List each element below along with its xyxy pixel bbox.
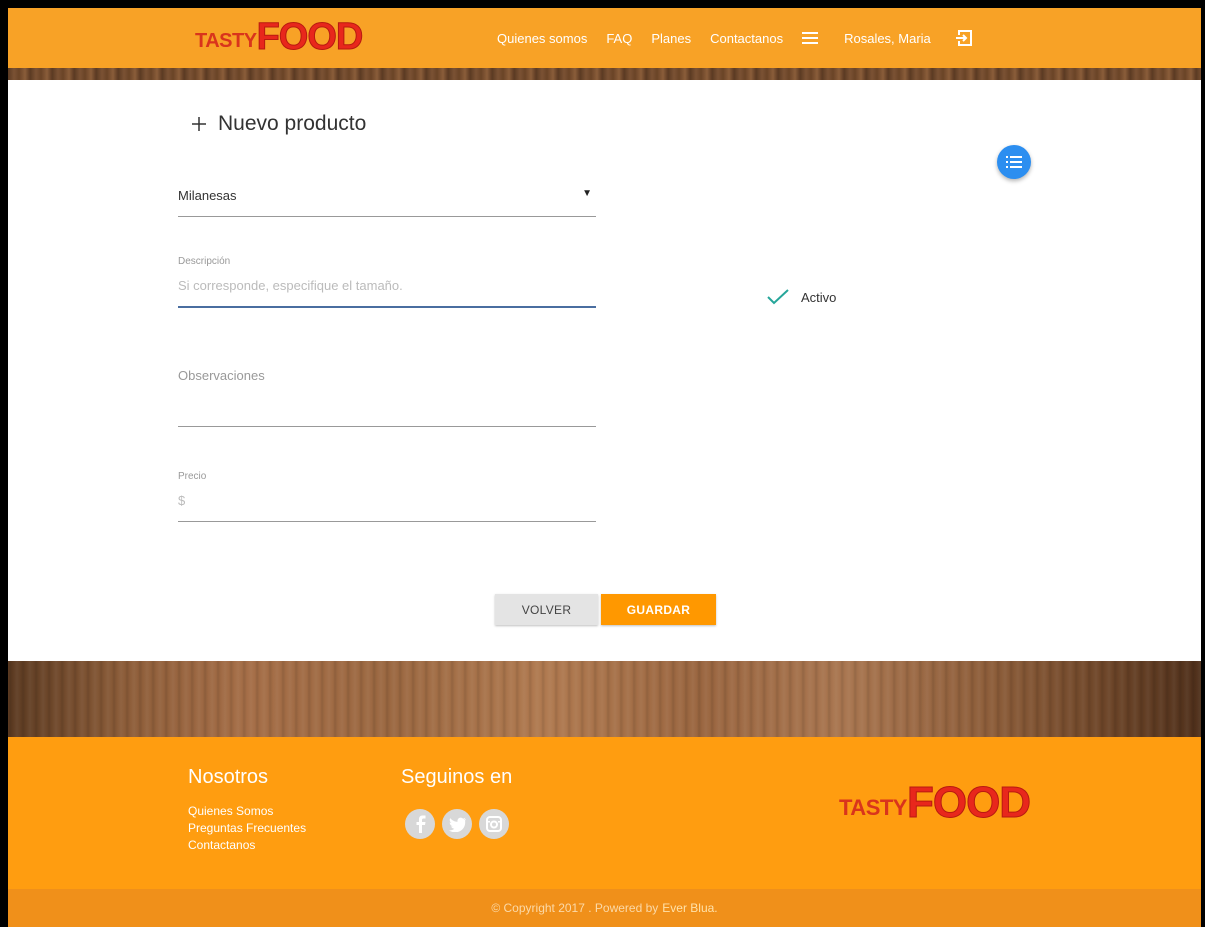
logout-icon[interactable] xyxy=(954,29,973,47)
description-input[interactable]: Si corresponde, especifique el tamaño. xyxy=(178,278,403,293)
active-checkbox[interactable]: Activo xyxy=(767,289,836,305)
page-title: plus Nuevo producto xyxy=(192,112,366,136)
save-button[interactable]: GUARDAR xyxy=(601,594,716,625)
description-label: Descripción xyxy=(178,256,231,267)
plus-icon xyxy=(192,117,206,131)
copyright-text: © Copyright 2017 . Powered by xyxy=(491,901,659,915)
footer-links: Quienes Somos Preguntas Frecuentes Conta… xyxy=(188,803,306,854)
dropdown-arrow-icon: ▼ xyxy=(582,188,592,199)
page-title-text: Nuevo producto xyxy=(218,112,367,135)
active-checkbox-label: Activo xyxy=(801,289,837,305)
category-select[interactable]: Milanesas ▼ xyxy=(178,180,596,217)
facebook-icon[interactable] xyxy=(405,809,435,839)
instagram-icon[interactable] xyxy=(479,809,509,839)
nav-link-quienes-somos[interactable]: Quienes somos xyxy=(497,31,587,46)
nav-link-contactanos[interactable]: Contactanos xyxy=(710,31,783,46)
description-field[interactable]: Descripción Si corresponde, especifique … xyxy=(178,256,596,308)
twitter-icon[interactable] xyxy=(442,809,472,839)
powered-brand-link[interactable]: Ever Blua. xyxy=(662,901,717,915)
category-select-value: Milanesas xyxy=(178,188,237,203)
logo-tasty-text: TASTY xyxy=(195,30,257,52)
footer: Nosotros Quienes Somos Preguntas Frecuen… xyxy=(8,737,1201,889)
copyright-bar: © Copyright 2017 . Powered by Ever Blua. xyxy=(8,889,1201,927)
footer-link-contactanos[interactable]: Contactanos xyxy=(188,837,306,854)
hamburger-icon[interactable] xyxy=(802,32,819,44)
wood-band xyxy=(8,661,1201,737)
user-name[interactable]: Rosales, Maria xyxy=(844,31,931,46)
nav-link-faq[interactable]: FAQ xyxy=(606,31,632,46)
footer-nosotros-title: Nosotros xyxy=(188,766,269,788)
footer-tastyfood-logo: TASTY FOOD xyxy=(839,778,1032,827)
footer-logo-tasty-text: TASTY xyxy=(839,795,907,820)
header-wood-strip xyxy=(8,68,1201,80)
observations-input[interactable]: Observaciones xyxy=(178,368,265,383)
main-nav: Quienes somos FAQ Planes Contactanos Ros… xyxy=(497,8,973,68)
list-fab-button[interactable] xyxy=(997,145,1031,179)
footer-link-quienes-somos[interactable]: Quienes Somos xyxy=(188,803,306,820)
top-navbar: TASTY FOOD Quienes somos FAQ Planes Cont… xyxy=(8,8,1201,68)
price-field[interactable]: Precio $ xyxy=(178,471,596,522)
logo-food-text: FOOD xyxy=(256,16,364,58)
social-icons xyxy=(405,809,516,839)
footer-logo-food-text: FOOD xyxy=(906,778,1031,827)
price-label: Precio xyxy=(178,471,207,482)
price-input[interactable]: $ xyxy=(178,493,185,508)
footer-follow-title: Seguinos en xyxy=(401,766,513,788)
observations-field[interactable]: Observaciones xyxy=(178,364,596,427)
tastyfood-logo[interactable]: TASTY FOOD xyxy=(195,16,364,58)
footer-link-preguntas-frecuentes[interactable]: Preguntas Frecuentes xyxy=(188,820,306,837)
checkmark-icon xyxy=(767,289,789,305)
back-button[interactable]: VOLVER xyxy=(495,594,598,625)
app-frame: TASTY FOOD Quienes somos FAQ Planes Cont… xyxy=(8,8,1201,927)
list-icon xyxy=(1006,156,1022,168)
nav-link-planes[interactable]: Planes xyxy=(651,31,691,46)
